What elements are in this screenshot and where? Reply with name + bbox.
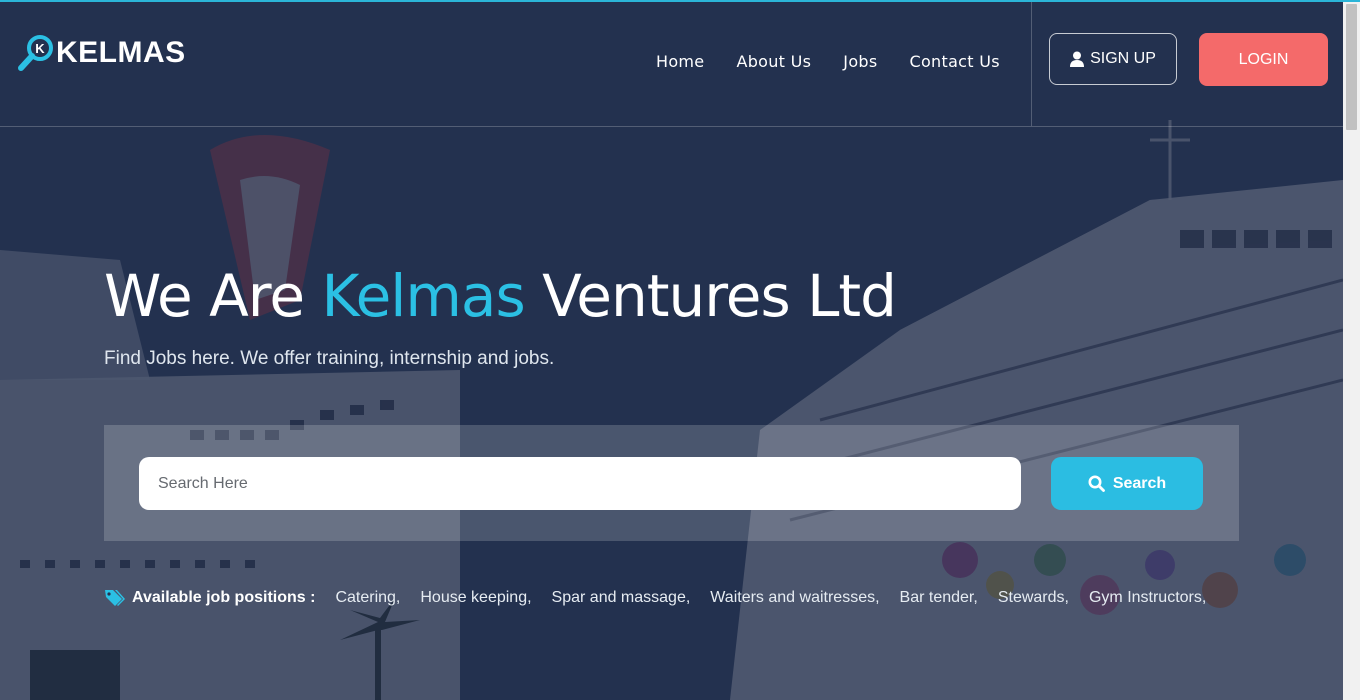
login-label: LOGIN [1238, 50, 1289, 68]
top-accent-border [0, 0, 1360, 2]
job-position-item[interactable]: Stewards, [998, 589, 1069, 607]
svg-text:K: K [35, 41, 45, 56]
signup-label: SIGN UP [1090, 50, 1156, 67]
login-button[interactable]: LOGIN [1199, 33, 1328, 86]
job-positions-list: Available job positions : Catering, Hous… [104, 588, 1226, 608]
page-scrollbar[interactable] [1343, 2, 1360, 700]
signup-button[interactable]: SIGN UP [1049, 33, 1177, 85]
job-position-item[interactable]: Gym Instructors, [1089, 589, 1206, 607]
job-position-item[interactable]: House keeping, [420, 589, 531, 607]
job-position-item[interactable]: Bar tender, [900, 589, 978, 607]
job-position-item[interactable]: Waiters and waitresses, [710, 589, 879, 607]
nav-item-contact-us[interactable]: Contact Us [894, 50, 1016, 74]
tags-icon [105, 590, 125, 606]
search-input[interactable] [139, 457, 1021, 510]
nav-item-about-us[interactable]: About Us [720, 50, 827, 74]
hero-title-accent: Kelmas [321, 262, 525, 330]
header-divider [1031, 2, 1032, 126]
nav-item-home[interactable]: Home [640, 50, 720, 74]
hero-title-prefix: We Are [104, 262, 305, 330]
job-position-item[interactable]: Catering, [335, 589, 400, 607]
search-button[interactable]: Search [1051, 457, 1203, 510]
search-button-label: Search [1112, 474, 1167, 492]
job-position-item[interactable]: Spar and massage, [552, 589, 691, 607]
hero-title: We Are Kelmas Ventures Ltd [104, 262, 897, 330]
user-icon [1070, 51, 1085, 67]
brand-name: KELMAS [56, 36, 186, 69]
hero-subtitle: Find Jobs here. We offer training, inter… [104, 348, 555, 369]
page: K KELMAS Home About Us Jobs Contact Us S… [0, 0, 1360, 700]
nav-item-jobs[interactable]: Jobs [827, 50, 893, 74]
magnifier-k-logo-icon: K [18, 35, 53, 71]
search-panel: Search [104, 425, 1239, 541]
scrollbar-thumb[interactable] [1346, 4, 1357, 130]
job-positions-label: Available job positions : [132, 589, 316, 606]
brand-logo[interactable]: K KELMAS [16, 32, 186, 74]
search-icon [1088, 475, 1105, 492]
site-header: K KELMAS Home About Us Jobs Contact Us S… [0, 2, 1343, 127]
hero-title-suffix: Ventures Ltd [542, 262, 897, 330]
main-nav: Home About Us Jobs Contact Us [640, 50, 1016, 74]
